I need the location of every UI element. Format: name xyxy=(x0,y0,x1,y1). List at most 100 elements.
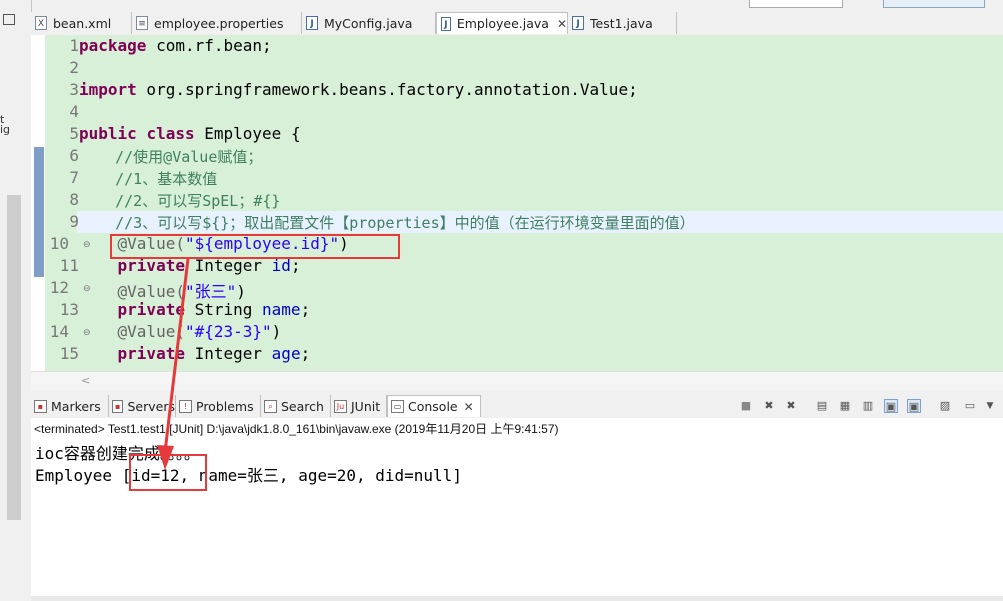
line-number: 2 xyxy=(69,58,79,77)
tab-label: Problems xyxy=(196,398,254,414)
tab-myconfig-java[interactable]: J MyConfig.java xyxy=(302,12,436,34)
remove-all-terminated-icon[interactable]: ✖ xyxy=(784,399,798,413)
code-text: ) xyxy=(236,282,246,301)
tab-employee-java[interactable]: J Employee.java ✕ xyxy=(436,12,568,34)
line-number: 11 xyxy=(59,256,79,275)
tab-label: Employee.java xyxy=(456,16,549,31)
keyword: package xyxy=(79,36,147,55)
left-panel-strip: t ig xyxy=(0,0,32,601)
code-line-15: private Integer age; xyxy=(79,344,311,363)
code-line-13: private String name; xyxy=(79,300,311,319)
java-file-icon: J xyxy=(572,16,584,30)
code-line-6: //使用@Value赋值； xyxy=(79,148,263,166)
problems-icon: ! xyxy=(179,399,192,413)
tab-label: bean.xml xyxy=(53,15,112,31)
show-on-error-icon[interactable]: ▣ xyxy=(907,399,921,413)
perspective-switcher[interactable] xyxy=(883,0,985,8)
servers-icon: ▪ xyxy=(112,399,124,413)
keyword: import xyxy=(79,80,137,99)
tab-label: JUnit xyxy=(351,398,381,414)
code-text: ; xyxy=(300,344,311,363)
line-number: 15 xyxy=(59,344,79,363)
code-text: Integer xyxy=(184,344,272,363)
editor-horizontal-scrollbar[interactable]: < xyxy=(31,371,1003,391)
field-name: name xyxy=(262,300,301,319)
clear-console-icon[interactable]: ▤ xyxy=(815,399,829,413)
console-line: Employee [id=12, name=张三, age=20, did=nu… xyxy=(35,466,462,485)
java-file-icon: J xyxy=(441,16,451,31)
tab-label: Console xyxy=(408,399,458,414)
tab-console[interactable]: ▭ Console ✕ xyxy=(387,395,481,417)
scroll-left-icon[interactable]: < xyxy=(81,374,90,387)
junit-icon: Ju xyxy=(334,399,347,413)
highlight-box-id-output xyxy=(129,454,207,491)
tab-label: Test1.java xyxy=(590,15,653,31)
remove-launch-icon[interactable]: ✖ xyxy=(762,399,776,413)
line-number: 13 xyxy=(59,300,79,319)
tab-search[interactable]: ⌕ Search xyxy=(261,395,331,417)
code-line-1: package com.rf.bean; xyxy=(79,36,272,55)
code-text: ; xyxy=(300,300,311,319)
tab-test1-java[interactable]: J Test1.java xyxy=(568,12,677,34)
editor-tab-bar: X bean.xml ≡ employee.properties J MyCon… xyxy=(31,12,1003,36)
chevron-down-icon[interactable]: ▼ xyxy=(983,399,997,413)
top-toolbar-strip xyxy=(31,0,1003,12)
console-horizontal-scrollbar[interactable] xyxy=(31,596,1003,601)
restore-view-icon[interactable] xyxy=(3,14,15,25)
search-icon: ⌕ xyxy=(264,399,277,413)
view-tab-bar: ▪ Markers ▪ Servers ! Problems ⌕ Search … xyxy=(31,395,1003,419)
tab-label: Search xyxy=(281,398,324,414)
tab-markers[interactable]: ▪ Markers xyxy=(31,395,109,417)
line-number: 14 xyxy=(49,322,69,341)
tab-label: Servers xyxy=(127,398,175,414)
keyword: public xyxy=(79,124,137,143)
keyword: private xyxy=(79,344,185,363)
tab-employee-properties[interactable]: ≡ employee.properties xyxy=(132,12,302,34)
code-text: com.rf.bean; xyxy=(146,36,272,55)
markers-icon: ▪ xyxy=(34,399,47,413)
quick-access-input[interactable] xyxy=(749,0,843,8)
word-wrap-icon[interactable]: ▥ xyxy=(861,399,875,413)
line-number: 9 xyxy=(69,212,79,231)
pin-console-icon[interactable]: ▨ xyxy=(938,399,952,413)
code-text: org.springframework.beans.factory.annota… xyxy=(136,80,638,99)
scroll-lock-icon[interactable]: ▦ xyxy=(838,399,852,413)
code-line-7: //1、基本数值 xyxy=(79,170,218,188)
show-on-output-icon[interactable]: ▣ xyxy=(884,399,898,413)
code-line-3: import org.springframework.beans.factory… xyxy=(79,80,638,99)
tab-servers[interactable]: ▪ Servers xyxy=(109,395,176,417)
keyword: class xyxy=(146,124,195,143)
line-number: 7 xyxy=(69,168,79,187)
line-number: 4 xyxy=(69,102,79,121)
change-marker xyxy=(34,147,44,277)
code-line-12: @Value("张三") xyxy=(79,278,246,302)
close-icon[interactable]: ✕ xyxy=(464,400,474,414)
terminate-icon[interactable]: ■ xyxy=(739,399,753,413)
xml-file-icon: X xyxy=(35,16,47,30)
console-output[interactable]: <terminated> Test1.test1 [JUnit] D:\java… xyxy=(31,418,1003,598)
close-icon[interactable]: ✕ xyxy=(557,17,567,31)
annotation: @Value( xyxy=(79,322,185,341)
annotation: @Value( xyxy=(79,282,185,301)
highlight-box-value-annotation xyxy=(110,234,400,259)
left-scrollbar-thumb[interactable] xyxy=(7,195,21,520)
display-console-icon[interactable]: ▭ xyxy=(963,399,977,413)
code-editor[interactable]: 1 2 3 4 5 6 7 8 9 10 11 12 13 14 15 ⊖ ⊖ … xyxy=(31,35,1003,391)
tab-label: Markers xyxy=(51,398,101,414)
line-number: 5 xyxy=(69,124,79,143)
line-number: 10 xyxy=(49,234,69,253)
code-line-8: //2、可以写SpEL；#{} xyxy=(79,192,281,210)
line-number: 6 xyxy=(69,146,79,165)
tab-problems[interactable]: ! Problems xyxy=(176,395,261,417)
keyword: private xyxy=(79,300,185,319)
tab-label: MyConfig.java xyxy=(324,15,413,31)
code-text: String xyxy=(184,300,263,319)
overview-ruler xyxy=(31,35,45,371)
field-name: age xyxy=(271,344,301,363)
tab-junit[interactable]: Ju JUnit xyxy=(331,395,387,417)
string-literal: "#{23-3}" xyxy=(184,322,272,341)
line-number: 12 xyxy=(49,278,69,297)
tab-bean-xml[interactable]: X bean.xml xyxy=(31,12,132,34)
line-number: 3 xyxy=(69,80,79,99)
console-icon: ▭ xyxy=(391,400,404,413)
